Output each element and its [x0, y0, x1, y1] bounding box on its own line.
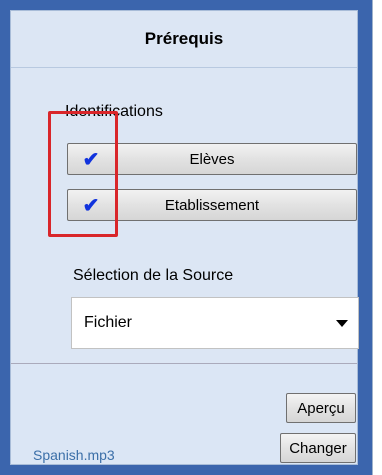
eleves-button-label: Elèves: [189, 150, 235, 168]
file-section: Aperçu Changer Spanish.mp3: [11, 363, 357, 464]
dropdown-arrow-icon[interactable]: [336, 320, 348, 327]
eleves-button[interactable]: ✔ Elèves: [67, 143, 357, 175]
apercu-button[interactable]: Aperçu: [286, 393, 356, 423]
etablissement-button[interactable]: ✔ Etablissement: [67, 189, 357, 221]
identifications-label: Identifications: [65, 103, 163, 120]
panel-header: Prérequis: [11, 11, 357, 68]
source-selection-label: Sélection de la Source: [73, 267, 234, 284]
checkmark-icon: ✔: [82, 148, 100, 171]
etablissement-button-label: Etablissement: [164, 196, 260, 214]
selected-filename: Spanish.mp3: [33, 447, 115, 463]
changer-button[interactable]: Changer: [280, 433, 356, 463]
prerequisites-panel: Prérequis Identifications ✔ Elèves ✔ Eta…: [0, 0, 372, 475]
panel-title: Prérequis: [144, 29, 224, 48]
source-dropdown[interactable]: Fichier: [71, 297, 359, 349]
source-dropdown-value: Fichier: [84, 314, 133, 331]
panel-body: Prérequis Identifications ✔ Elèves ✔ Eta…: [10, 10, 359, 465]
window-edge: [372, 0, 382, 475]
checkmark-icon: ✔: [82, 194, 100, 217]
